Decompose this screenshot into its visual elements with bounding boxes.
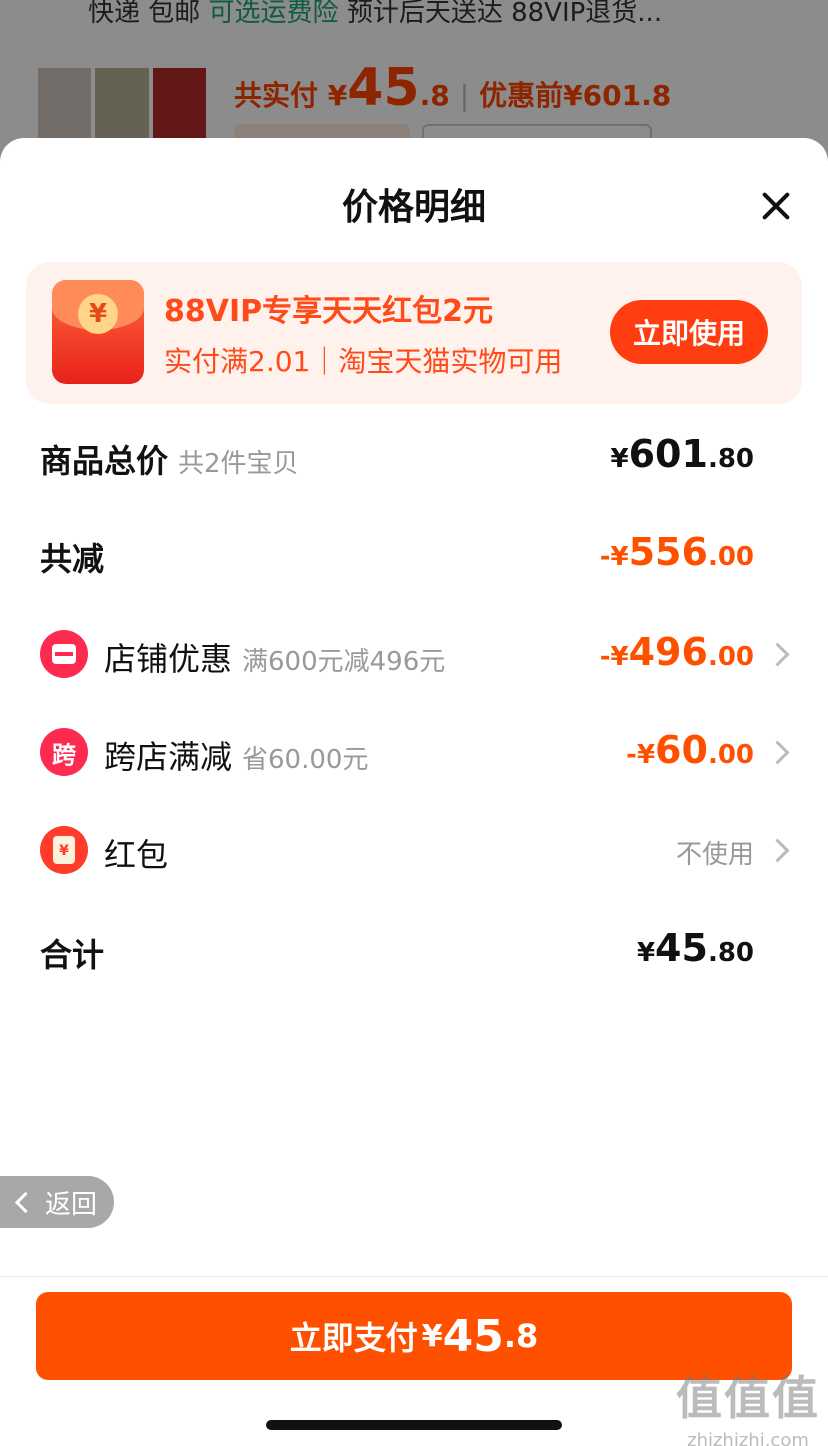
coin-icon: ¥ (78, 294, 118, 334)
promo-title: 88VIP专享天天红包2元 (164, 294, 493, 329)
red-packet-icon: ¥ (40, 826, 88, 874)
sum-value: ¥45.80 (636, 926, 754, 970)
chevron-right-icon (765, 740, 790, 765)
chevron-left-icon (14, 1191, 37, 1213)
chevron-right-icon (765, 838, 790, 863)
cross-store-hint: 省60.00元 (242, 745, 369, 775)
total-reduction-value: -¥556.00 (599, 530, 754, 574)
row-label: 商品总价 共2件宝贝 (40, 442, 299, 480)
cross-store-value: -¥60.00 (626, 728, 754, 772)
row-shop-discount[interactable]: 店铺优惠 满600元减496元 -¥496.00 (40, 624, 790, 684)
row-label: 共减 (40, 540, 105, 578)
row-label: 红包 (104, 836, 169, 874)
row-label: 跨店满减 省60.00元 (104, 738, 369, 776)
row-cross-store-discount[interactable]: 跨 跨店满减 省60.00元 -¥60.00 (40, 722, 790, 782)
red-envelope-icon: ¥ (52, 280, 144, 384)
divider (0, 1276, 828, 1277)
promo-banner: ¥ 88VIP专享天天红包2元 实付满2.01｜淘宝天猫实物可用 立即使用 (26, 262, 802, 404)
red-packet-status: 不使用 (675, 840, 754, 870)
back-button[interactable]: 返回 (0, 1176, 114, 1228)
home-indicator[interactable] (266, 1420, 562, 1430)
shop-icon (40, 630, 88, 678)
screen: 快递 包邮 可选运费险 预计后天送达 88VIP退货... 共实付 ¥45.8 |… (0, 0, 828, 1446)
row-sum: 合计 ¥45.80 (40, 920, 790, 980)
back-label: 返回 (45, 1189, 98, 1220)
row-label: 合计 (40, 936, 105, 974)
row-total-reduction: 共减 -¥556.00 (40, 524, 790, 584)
goods-total-value: ¥601.80 (610, 432, 754, 476)
shop-discount-value: -¥496.00 (599, 630, 754, 674)
cross-store-icon: 跨 (40, 728, 88, 776)
item-count: 共2件宝贝 (178, 449, 299, 479)
promo-subtitle: 实付满2.01｜淘宝天猫实物可用 (164, 345, 563, 378)
watermark: 值值值 zhizhizhi.com (676, 1371, 820, 1446)
row-label: 店铺优惠 满600元减496元 (104, 640, 446, 678)
sheet-title: 价格明细 (341, 187, 486, 228)
price-detail-sheet: 价格明细 ¥ 88VIP专享天天红包2元 实付满2.01｜淘宝天猫实物可用 立即… (0, 138, 828, 1446)
row-red-packet[interactable]: ¥ 红包 不使用 (40, 820, 790, 880)
row-goods-total: 商品总价 共2件宝贝 ¥601.80 (40, 426, 790, 486)
chevron-right-icon (765, 642, 790, 667)
close-icon[interactable] (760, 190, 792, 222)
use-now-button[interactable]: 立即使用 (610, 300, 768, 364)
shop-discount-hint: 满600元减496元 (242, 647, 446, 677)
